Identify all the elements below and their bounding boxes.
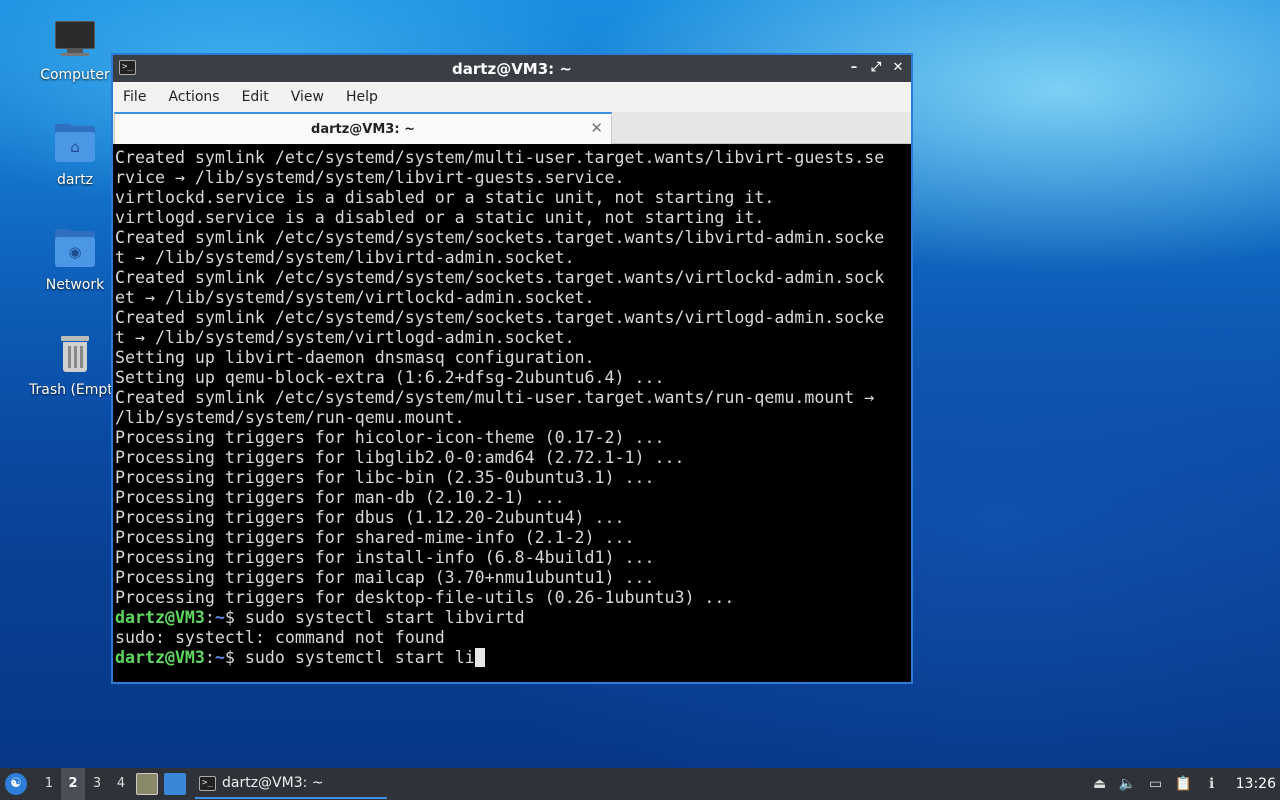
clipboard-icon[interactable]: 📋 bbox=[1175, 775, 1193, 793]
terminal-output[interactable]: Created symlink /etc/systemd/system/mult… bbox=[113, 144, 911, 682]
menu-actions[interactable]: Actions bbox=[168, 89, 219, 105]
terminal-line: rvice → /lib/systemd/system/libvirt-gues… bbox=[115, 168, 625, 187]
volume-icon[interactable]: 🔈 bbox=[1119, 775, 1137, 793]
terminal-line: Created symlink /etc/systemd/system/sock… bbox=[115, 308, 885, 327]
terminal-prompt-line: dartz@VM3:~$ sudo systectl start libvirt… bbox=[115, 608, 911, 628]
prompt-user: dartz@VM3 bbox=[115, 608, 205, 627]
system-tray: ⏏ 🔈 ▭ 📋 ℹ 13:26 bbox=[1086, 768, 1280, 800]
terminal-line: Processing triggers for man-db (2.10.2-1… bbox=[115, 488, 565, 507]
prompt-path: ~ bbox=[214, 608, 225, 627]
task-label: dartz@VM3: ~ bbox=[222, 775, 324, 791]
file-manager-launcher-icon[interactable] bbox=[136, 773, 158, 795]
window-titlebar[interactable]: >_ dartz@VM3: ~ – ⤢ ✕ bbox=[113, 55, 911, 82]
workspace-4[interactable]: 4 bbox=[109, 768, 133, 800]
desktop-icon-label: Trash (Empty) bbox=[29, 382, 121, 398]
taskbar: ☯ 1 2 3 4 >_ dartz@VM3: ~ ⏏ 🔈 ▭ 📋 ℹ 13:2… bbox=[0, 768, 1280, 800]
desktop-icon-label: dartz bbox=[56, 172, 94, 188]
terminal-line: et → /lib/systemd/system/virtlockd-admin… bbox=[115, 288, 595, 307]
terminal-current-line[interactable]: dartz@VM3:~$ sudo systemctl start li bbox=[115, 648, 911, 668]
menu-edit[interactable]: Edit bbox=[242, 89, 269, 105]
terminal-window: >_ dartz@VM3: ~ – ⤢ ✕ File Actions Edit … bbox=[111, 53, 913, 684]
terminal-line: Processing triggers for mailcap (3.70+nm… bbox=[115, 568, 655, 587]
terminal-line: Setting up qemu-block-extra (1:6.2+dfsg-… bbox=[115, 368, 665, 387]
minimize-icon[interactable]: – bbox=[845, 59, 863, 77]
command-text: sudo systectl start libvirtd bbox=[244, 608, 525, 627]
prompt-sep: : bbox=[204, 608, 215, 627]
clock[interactable]: 13:26 bbox=[1236, 776, 1276, 792]
terminal-line: t → /lib/systemd/system/virtlogd-admin.s… bbox=[115, 328, 575, 347]
tab-title: dartz@VM3: ~ bbox=[311, 121, 415, 137]
close-icon[interactable]: ✕ bbox=[889, 59, 907, 77]
terminal-line: Processing triggers for hicolor-icon-the… bbox=[115, 428, 665, 447]
maximize-icon[interactable]: ⤢ bbox=[867, 59, 885, 77]
terminal-line: Created symlink /etc/systemd/system/mult… bbox=[115, 148, 885, 167]
notification-icon[interactable]: ℹ bbox=[1203, 775, 1221, 793]
taskbar-task-terminal[interactable]: >_ dartz@VM3: ~ bbox=[195, 769, 387, 799]
show-desktop-icon[interactable] bbox=[164, 773, 186, 795]
tab-close-icon[interactable]: ✕ bbox=[590, 119, 603, 137]
window-title: dartz@VM3: ~ bbox=[452, 59, 572, 78]
terminal-line: Processing triggers for libc-bin (2.35-0… bbox=[115, 468, 655, 487]
terminal-line: Processing triggers for shared-mime-info… bbox=[115, 528, 635, 547]
prompt-dollar: $ bbox=[224, 648, 245, 667]
app-menu-icon[interactable]: ☯ bbox=[5, 773, 27, 795]
desktop-icon-trash[interactable]: Trash (Empty) bbox=[29, 332, 121, 398]
network-folder-icon: ◉ bbox=[53, 227, 97, 271]
desktop-icon-label: Network bbox=[45, 277, 105, 293]
menu-bar: File Actions Edit View Help bbox=[113, 82, 911, 112]
terminal-task-icon: >_ bbox=[199, 775, 216, 791]
prompt-user: dartz@VM3 bbox=[115, 648, 205, 667]
terminal-error-line: sudo: systectl: command not found bbox=[115, 628, 445, 647]
prompt-sep: : bbox=[204, 648, 215, 667]
terminal-app-icon[interactable]: >_ bbox=[119, 60, 136, 75]
terminal-line: Processing triggers for dbus (1.12.20-2u… bbox=[115, 508, 625, 527]
desktop-icon-label: Computer bbox=[40, 67, 110, 83]
command-input[interactable]: sudo systemctl start li bbox=[245, 648, 475, 667]
terminal-line: Processing triggers for install-info (6.… bbox=[115, 548, 655, 567]
workspace-1[interactable]: 1 bbox=[37, 768, 61, 800]
eject-icon[interactable]: ⏏ bbox=[1091, 775, 1109, 793]
terminal-line: Processing triggers for desktop-file-uti… bbox=[115, 588, 735, 607]
terminal-tab[interactable]: dartz@VM3: ~ ✕ bbox=[114, 112, 612, 144]
terminal-line: virtlogd.service is a disabled or a stat… bbox=[115, 208, 765, 227]
menu-file[interactable]: File bbox=[123, 89, 146, 105]
tab-bar: dartz@VM3: ~ ✕ bbox=[113, 112, 911, 144]
text-cursor bbox=[474, 648, 485, 667]
terminal-line: virtlockd.service is a disabled or a sta… bbox=[115, 188, 775, 207]
terminal-line: /lib/systemd/system/run-qemu.mount. bbox=[115, 408, 465, 427]
menu-view[interactable]: View bbox=[291, 89, 324, 105]
terminal-line: Processing triggers for libglib2.0-0:amd… bbox=[115, 448, 685, 467]
terminal-line: Created symlink /etc/systemd/system/mult… bbox=[115, 388, 875, 407]
terminal-line: Setting up libvirt-daemon dnsmasq config… bbox=[115, 348, 595, 367]
prompt-dollar: $ bbox=[224, 608, 245, 627]
computer-icon bbox=[53, 17, 97, 61]
prompt-path: ~ bbox=[214, 648, 225, 667]
terminal-line: t → /lib/systemd/system/libvirtd-admin.s… bbox=[115, 248, 575, 267]
terminal-line: Created symlink /etc/systemd/system/sock… bbox=[115, 228, 885, 247]
menu-help[interactable]: Help bbox=[346, 89, 378, 105]
workspace-2[interactable]: 2 bbox=[61, 768, 85, 800]
trash-icon bbox=[53, 332, 97, 376]
home-folder-icon: ⌂ bbox=[53, 122, 97, 166]
workspace-3[interactable]: 3 bbox=[85, 768, 109, 800]
terminal-line: Created symlink /etc/systemd/system/sock… bbox=[115, 268, 885, 287]
network-status-icon[interactable]: ▭ bbox=[1147, 775, 1165, 793]
